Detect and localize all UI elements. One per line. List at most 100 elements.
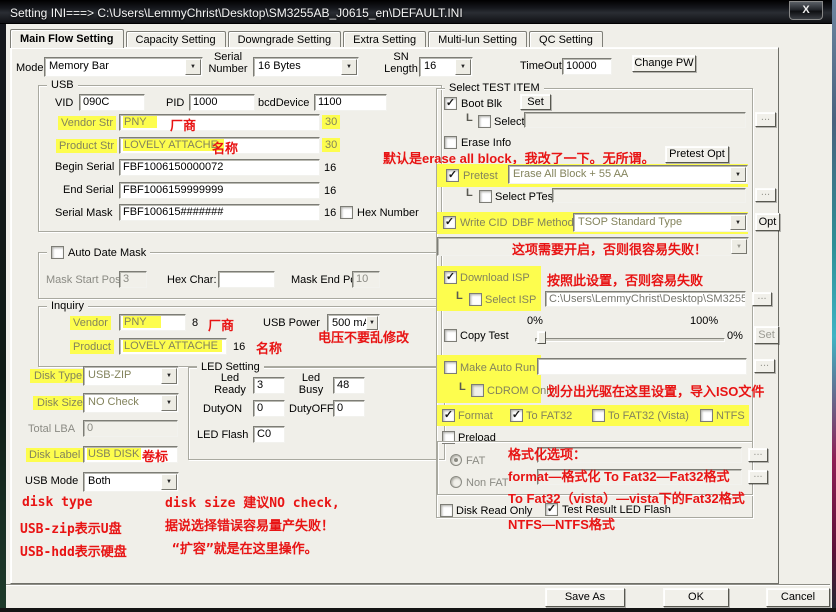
select-isp-browse-button[interactable]: ...: [752, 292, 772, 306]
dropdown-arrow-icon[interactable]: ▼: [161, 395, 177, 411]
boot-blk-set-button[interactable]: Set: [520, 94, 551, 110]
disk-size-combobox[interactable]: NO Check ▼: [83, 393, 179, 413]
make-auto-run-browse-button[interactable]: ...: [754, 359, 775, 373]
mode-value: Memory Bar: [49, 60, 109, 72]
led-ready-input[interactable]: 3: [253, 377, 285, 394]
copy-test-slider-track[interactable]: [535, 338, 725, 342]
dropdown-arrow-icon[interactable]: ▼: [730, 167, 746, 182]
mask-start-pos-input[interactable]: 3: [119, 271, 147, 288]
led-busy-label: LedBusy: [290, 372, 332, 396]
select-ptest-input[interactable]: [552, 188, 746, 203]
usb-mode-combobox[interactable]: Both▼: [83, 472, 179, 492]
copy-test-set-button[interactable]: Set: [754, 326, 779, 344]
to-fat32-vista-checkbox[interactable]: [592, 409, 605, 422]
dropdown-arrow-icon[interactable]: ▼: [161, 474, 177, 490]
pretest-checkbox[interactable]: [446, 169, 459, 182]
disk-type-combobox[interactable]: USB-ZIP▼: [83, 366, 179, 386]
close-button[interactable]: X: [789, 1, 823, 20]
save-as-button[interactable]: Save As: [545, 588, 625, 607]
pid-input[interactable]: 1000: [189, 94, 255, 111]
dropdown-arrow-icon[interactable]: ▼: [455, 59, 471, 75]
cancel-button[interactable]: Cancel: [766, 588, 830, 607]
dbf-method-combobox[interactable]: TSOP Standard Type▼: [573, 213, 748, 232]
tab-extra-setting[interactable]: Extra Setting: [343, 31, 426, 48]
boot-blk-select-input[interactable]: [524, 112, 746, 128]
tab-main-flow-setting[interactable]: Main Flow Setting: [10, 29, 124, 48]
boot-blk-checkbox[interactable]: [444, 97, 457, 110]
make-auto-run-checkbox[interactable]: [444, 361, 457, 374]
cdrom-only-checkbox[interactable]: [471, 384, 484, 397]
mask-end-pos-input[interactable]: 10: [352, 271, 380, 288]
dropdown-arrow-icon[interactable]: ▼: [341, 59, 357, 75]
download-isp-note: 按照此设置，否则容易失败: [547, 270, 703, 289]
fat-radio[interactable]: [450, 454, 462, 466]
led-busy-input[interactable]: 48: [333, 377, 365, 394]
sn-length-label: SNLength: [381, 51, 421, 75]
preload-browse-button-2[interactable]: ...: [748, 470, 768, 484]
boot-blk-select-checkbox[interactable]: [478, 115, 491, 128]
disk-read-only-checkbox[interactable]: [440, 504, 453, 517]
dropdown-arrow-icon[interactable]: ▼: [185, 59, 201, 75]
timeout-input[interactable]: 10000: [562, 58, 612, 75]
write-cid-checkbox[interactable]: [443, 216, 456, 229]
end-serial-input[interactable]: FBF1006159999999: [119, 182, 320, 199]
select-ptest-browse-button[interactable]: ...: [755, 188, 776, 202]
usb-power-label: USB Power: [263, 317, 320, 329]
dutyoff-label: DutyOFF: [289, 403, 334, 415]
dutyon-input[interactable]: 0: [253, 400, 285, 417]
dropdown-arrow-icon[interactable]: ▼: [730, 215, 746, 230]
pretest-combobox[interactable]: Erase All Block + 55 AA▼: [508, 165, 748, 184]
ntfs-checkbox[interactable]: [700, 409, 713, 422]
select-isp-path-input[interactable]: C:\Users\LemmyChrist\Desktop\SM3255A: [545, 291, 746, 307]
tree-branch-icon: L: [466, 187, 473, 199]
serial-number-combobox[interactable]: 16 Bytes▼: [253, 57, 359, 77]
total-lba-input[interactable]: 0: [83, 420, 178, 437]
select-isp-label: Select ISP: [485, 294, 536, 306]
tab-downgrade-setting[interactable]: Downgrade Setting: [228, 31, 342, 48]
select-ptest-checkbox[interactable]: [479, 190, 492, 203]
hex-number-checkbox[interactable]: [340, 206, 353, 219]
tab-qc-setting[interactable]: QC Setting: [529, 31, 603, 48]
select-isp-checkbox[interactable]: [469, 293, 482, 306]
product-str-count: 30: [322, 138, 340, 152]
preload-browse-button-1[interactable]: ...: [748, 448, 768, 462]
bcddevice-input[interactable]: 1100: [314, 94, 387, 111]
format-checkbox[interactable]: [442, 409, 455, 422]
dropdown-arrow-icon[interactable]: ▼: [161, 368, 177, 384]
begin-serial-input[interactable]: FBF1006150000072: [119, 159, 320, 176]
screen: Setting INI===> C:\Users\LemmyChrist\Des…: [0, 0, 836, 612]
download-isp-checkbox[interactable]: [444, 271, 457, 284]
make-auto-run-input[interactable]: [537, 358, 747, 375]
opt-button[interactable]: Opt: [755, 213, 780, 231]
vendor-str-count: 30: [322, 115, 340, 129]
non-fat-radio[interactable]: [450, 476, 462, 488]
test-result-led-flash-checkbox[interactable]: [545, 503, 558, 516]
vid-input[interactable]: 090C: [79, 94, 145, 111]
serial-mask-input[interactable]: FBF100615#######: [119, 204, 320, 221]
sn-length-combobox[interactable]: 16▼: [419, 57, 473, 77]
cdrom-only-label: CDROM Only: [487, 385, 554, 397]
disk-label-label: Disk Label: [26, 448, 83, 462]
hex-char-input[interactable]: [218, 271, 275, 288]
bcddevice-label: bcdDevice: [258, 97, 309, 109]
inquiry-product-input[interactable]: LOVELY ATTACHE: [119, 338, 227, 355]
tab-multi-lun-setting[interactable]: Multi-lun Setting: [428, 31, 527, 48]
boot-blk-browse-button[interactable]: ...: [755, 112, 776, 127]
led-flash-input[interactable]: C0: [253, 426, 285, 443]
select-ptest-label: Select PTest: [495, 191, 556, 203]
copy-test-slider-thumb[interactable]: [537, 331, 546, 344]
ok-button[interactable]: OK: [663, 588, 729, 607]
slider-min-label: 0%: [527, 315, 543, 327]
auto-date-mask-checkbox[interactable]: [51, 246, 64, 259]
vendor-str-input[interactable]: PNY: [119, 114, 320, 131]
disk-size-value: NO Check: [88, 396, 139, 408]
copy-test-checkbox[interactable]: [444, 329, 457, 342]
pretest-opt-button[interactable]: Pretest Opt: [665, 146, 729, 163]
dutyoff-input[interactable]: 0: [333, 400, 365, 417]
boot-blk-select-label: Select: [494, 116, 525, 128]
inquiry-vendor-input[interactable]: PNY: [119, 314, 186, 331]
change-pw-button[interactable]: Change PW: [632, 55, 696, 72]
mode-combobox[interactable]: Memory Bar ▼: [44, 57, 203, 77]
to-fat32-checkbox[interactable]: [510, 409, 523, 422]
tab-capacity-setting[interactable]: Capacity Setting: [126, 31, 226, 48]
